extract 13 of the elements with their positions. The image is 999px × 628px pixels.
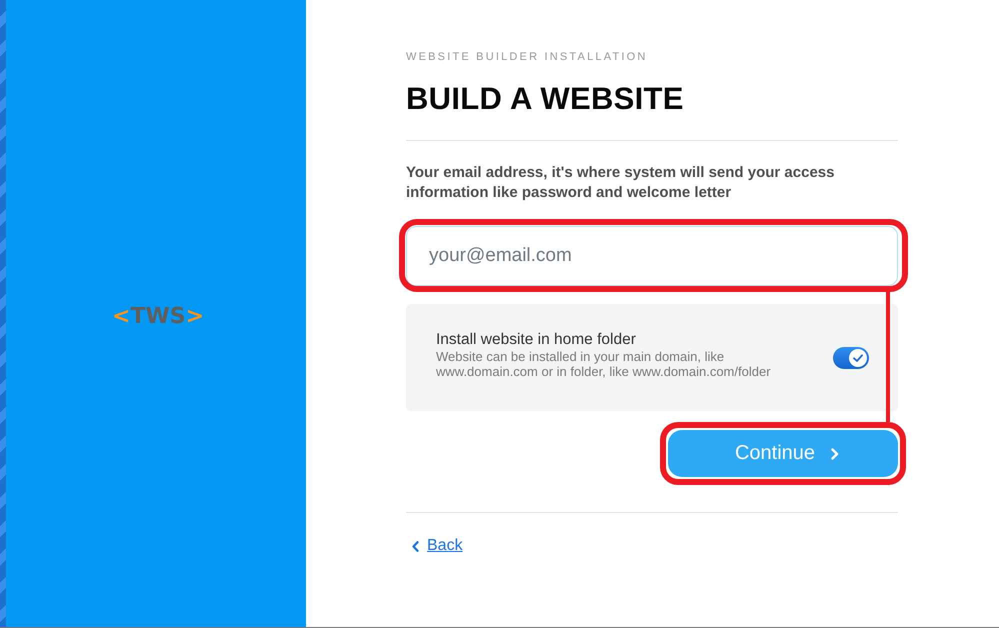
check-icon — [849, 348, 867, 366]
email-description: Your email address, it's where system will send your access information like password and welcome letter — [406, 163, 836, 203]
page-title: BUILD A WEBSITE — [406, 80, 685, 118]
back-link[interactable]: Back — [412, 537, 463, 555]
chevron-right-icon — [831, 448, 840, 460]
tws-logo: <TWS> — [112, 304, 204, 329]
email-input-field[interactable]: your@email.com — [406, 226, 898, 286]
toggle-switch[interactable] — [833, 346, 869, 368]
option-description: Website can be installed in your main domain, like www.domain.com or in folder, like www.domain.com/folder — [436, 349, 772, 379]
option-label: Install website in home folder — [436, 330, 637, 349]
continue-button[interactable]: Continue — [668, 430, 898, 477]
chevron-left-icon — [412, 540, 419, 552]
eyebrow-label: WEBSITE BUILDER INSTALLATION — [406, 50, 649, 64]
